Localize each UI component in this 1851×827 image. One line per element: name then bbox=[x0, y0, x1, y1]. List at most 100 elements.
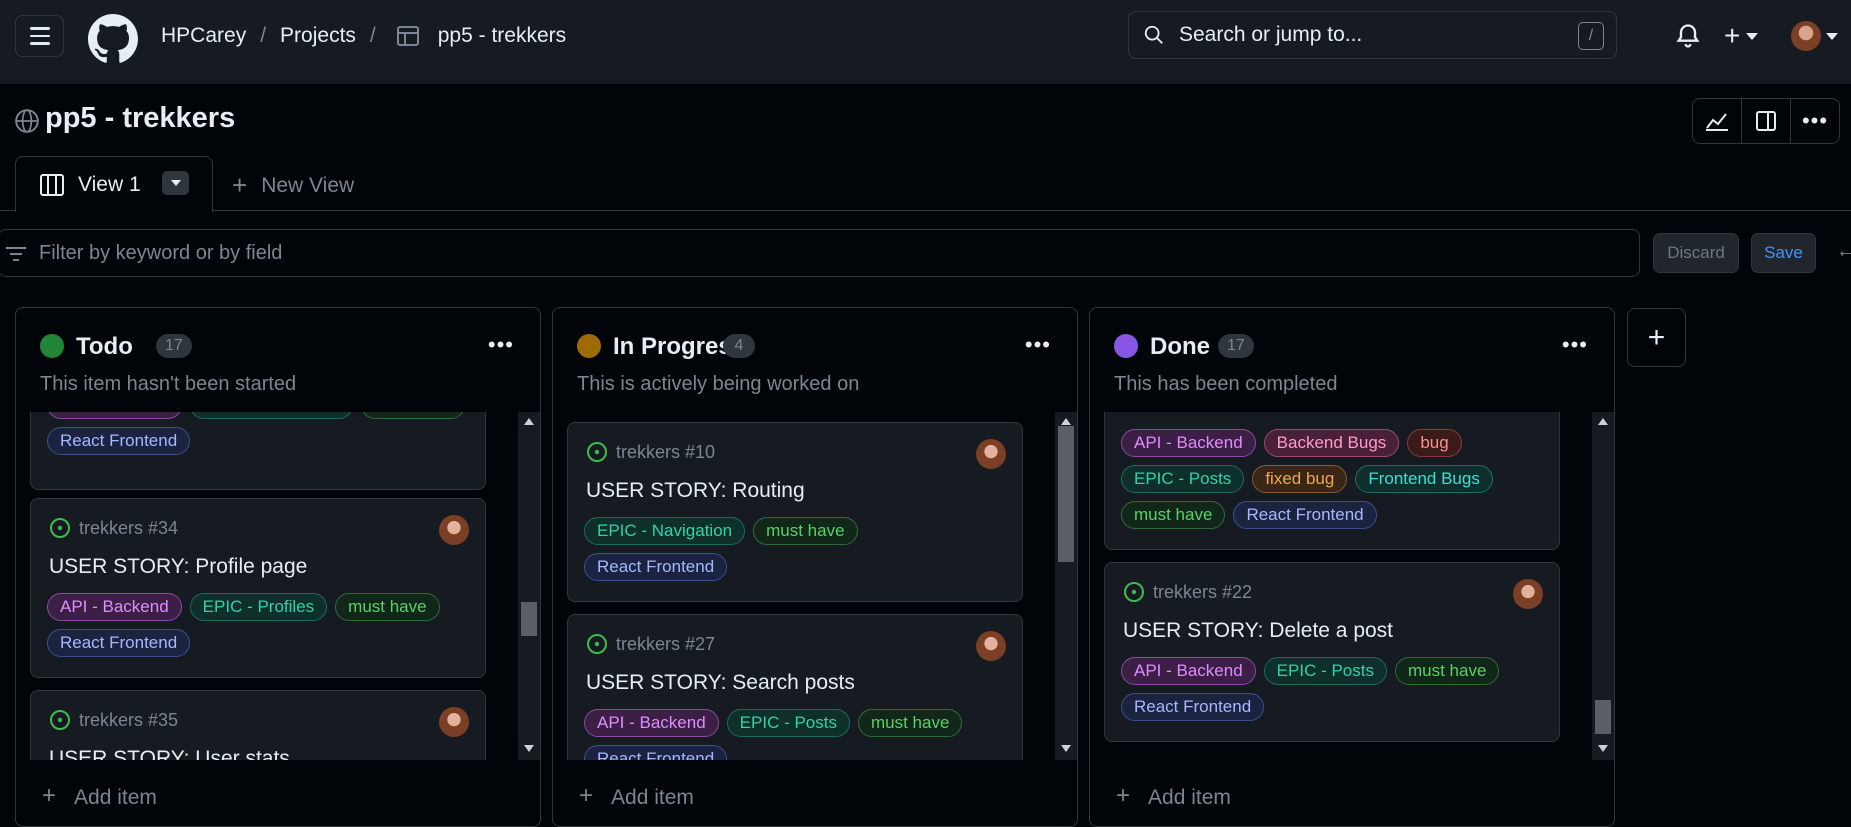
label-badge[interactable]: EPIC - Posts bbox=[1121, 465, 1245, 493]
issue-title[interactable]: USER STORY: Routing bbox=[586, 479, 805, 503]
label-badge[interactable]: React Frontend bbox=[1233, 501, 1377, 529]
breadcrumb-owner[interactable]: HPCarey bbox=[161, 24, 246, 48]
column-header: Todo 17 This item hasn't been started ••• bbox=[16, 308, 540, 412]
issue-ref[interactable]: trekkers #35 bbox=[79, 710, 178, 731]
label-badge[interactable]: React Frontend bbox=[47, 427, 191, 455]
avatar[interactable] bbox=[439, 707, 469, 737]
label-badge[interactable]: must have bbox=[360, 412, 466, 419]
column-menu-button[interactable]: ••• bbox=[488, 332, 514, 358]
breadcrumb-projects[interactable]: Projects bbox=[280, 24, 356, 48]
bell-icon[interactable] bbox=[1674, 22, 1702, 50]
view-options-dropdown[interactable] bbox=[162, 171, 189, 195]
scrollbar-thumb[interactable] bbox=[1058, 426, 1074, 562]
scrollbar-thumb[interactable] bbox=[1595, 700, 1611, 734]
label-badge[interactable]: fixed bug bbox=[1252, 465, 1348, 493]
insights-button[interactable] bbox=[1693, 99, 1742, 143]
issue-card[interactable]: API - Backend EPIC - Comments must have Rea… bbox=[30, 412, 486, 490]
issue-title[interactable]: USER STORY: Search posts bbox=[586, 671, 855, 695]
label-badge[interactable]: EPIC - Comments bbox=[189, 412, 353, 419]
avatar[interactable] bbox=[976, 631, 1006, 661]
board-icon bbox=[40, 173, 64, 196]
issue-ref[interactable]: trekkers #22 bbox=[1153, 582, 1252, 603]
issue-card[interactable]: API - Backend Backend Bugs bug EPIC - Posts… bbox=[1104, 412, 1560, 550]
label-badge[interactable]: React Frontend bbox=[584, 553, 728, 581]
issue-ref[interactable]: trekkers #34 bbox=[79, 518, 178, 539]
add-item-button[interactable]: + Add item bbox=[16, 760, 540, 826]
label-badge[interactable]: React Frontend bbox=[584, 745, 728, 760]
search-placeholder: Search or jump to... bbox=[1179, 23, 1363, 46]
avatar[interactable] bbox=[1513, 579, 1543, 609]
scrollbar[interactable] bbox=[518, 412, 540, 760]
side-panel-button[interactable] bbox=[1742, 99, 1791, 143]
scrollbar[interactable] bbox=[1055, 412, 1077, 760]
column-menu-button[interactable]: ••• bbox=[1562, 332, 1588, 358]
add-item-button[interactable]: + Add item bbox=[1090, 760, 1614, 826]
label-badge[interactable]: must have bbox=[857, 709, 963, 737]
discard-button[interactable]: Discard bbox=[1653, 233, 1739, 273]
label-badge[interactable]: React Frontend bbox=[47, 629, 191, 657]
scroll-down-arrow-icon[interactable] bbox=[1598, 745, 1608, 752]
avatar[interactable] bbox=[976, 439, 1006, 469]
issue-card[interactable]: trekkers #34 USER STORY: Profile page API … bbox=[30, 498, 486, 678]
label-badge[interactable]: EPIC - Posts bbox=[1263, 657, 1387, 685]
column-title: Done bbox=[1150, 333, 1210, 360]
label-badge[interactable]: React Frontend bbox=[1121, 693, 1265, 721]
more-options-button[interactable]: ••• bbox=[1791, 99, 1839, 143]
menu-button[interactable] bbox=[15, 15, 64, 57]
scroll-down-arrow-icon[interactable] bbox=[524, 745, 534, 752]
scroll-down-arrow-icon[interactable] bbox=[1061, 745, 1071, 752]
label-badge[interactable]: must have bbox=[1394, 657, 1500, 685]
label-badge[interactable]: API - Backend bbox=[1121, 429, 1256, 457]
issue-card[interactable]: trekkers #27 USER STORY: Search posts API … bbox=[567, 614, 1023, 760]
issue-title[interactable]: USER STORY: Profile page bbox=[49, 555, 307, 579]
filter-icon bbox=[6, 247, 26, 261]
issue-card[interactable]: trekkers #35 USER STORY: User stats bbox=[30, 690, 486, 760]
status-dot-icon bbox=[577, 334, 601, 358]
avatar[interactable] bbox=[439, 515, 469, 545]
add-item-button[interactable]: + Add item bbox=[553, 760, 1077, 826]
new-view-label: New View bbox=[261, 173, 355, 197]
scroll-up-arrow-icon[interactable] bbox=[524, 418, 534, 425]
create-new-button[interactable]: + bbox=[1724, 18, 1772, 54]
arrow-left-icon[interactable]: ← bbox=[1836, 240, 1851, 263]
filter-input[interactable]: Filter by keyword or by field bbox=[0, 229, 1640, 277]
label-badge[interactable]: API - Backend bbox=[1121, 657, 1256, 685]
label-badge[interactable]: EPIC - Navigation bbox=[584, 517, 746, 545]
issue-card[interactable]: trekkers #10 USER STORY: Routing EPIC - Na… bbox=[567, 422, 1023, 602]
status-dot-icon bbox=[1114, 334, 1138, 358]
issue-ref[interactable]: trekkers #10 bbox=[616, 442, 715, 463]
issue-title[interactable]: USER STORY: Delete a post bbox=[1123, 619, 1393, 643]
save-button[interactable]: Save bbox=[1751, 233, 1816, 273]
label-badge[interactable]: must have bbox=[335, 593, 440, 621]
new-view-button[interactable]: + New View bbox=[232, 170, 354, 201]
board-column-todo: Todo 17 This item hasn't been started ••• AP… bbox=[15, 307, 541, 827]
scroll-up-arrow-icon[interactable] bbox=[1061, 418, 1071, 425]
page-title: pp5 - trekkers bbox=[45, 102, 236, 134]
label-badge[interactable]: bug bbox=[1407, 429, 1462, 457]
label-badge[interactable]: API - Backend bbox=[584, 709, 719, 737]
issue-card[interactable]: trekkers #22 USER STORY: Delete a post API… bbox=[1104, 562, 1560, 742]
label-badge[interactable]: Backend Bugs bbox=[1263, 429, 1400, 457]
label-badge[interactable]: must have bbox=[753, 517, 858, 545]
column-menu-button[interactable]: ••• bbox=[1025, 332, 1051, 358]
issue-title[interactable]: USER STORY: User stats bbox=[49, 747, 290, 760]
label-badge[interactable]: API - Backend bbox=[47, 412, 182, 419]
label-badge[interactable]: must have bbox=[1121, 501, 1226, 529]
tab-label: View 1 bbox=[78, 172, 141, 196]
board-column-done: Done 17 This has been completed ••• API - Ba… bbox=[1089, 307, 1615, 827]
issue-ref[interactable]: trekkers #27 bbox=[616, 634, 715, 655]
label-badge[interactable]: Frontend Bugs bbox=[1355, 465, 1493, 493]
scroll-up-arrow-icon[interactable] bbox=[1598, 418, 1608, 425]
avatar[interactable] bbox=[1791, 21, 1821, 51]
add-column-button[interactable]: + bbox=[1627, 308, 1686, 367]
breadcrumb-project[interactable]: pp5 - trekkers bbox=[438, 24, 566, 48]
label-badge[interactable]: EPIC - Profiles bbox=[189, 593, 328, 621]
github-logo-icon[interactable] bbox=[88, 14, 138, 64]
label-badge[interactable]: EPIC - Posts bbox=[726, 709, 850, 737]
chevron-down-icon[interactable] bbox=[1826, 33, 1838, 40]
search-input[interactable]: Search or jump to... / bbox=[1128, 11, 1617, 59]
label-badge[interactable]: API - Backend bbox=[47, 593, 182, 621]
scrollbar[interactable] bbox=[1592, 412, 1614, 760]
tab-view-1[interactable]: View 1 bbox=[15, 156, 213, 212]
scrollbar-thumb[interactable] bbox=[521, 602, 537, 636]
